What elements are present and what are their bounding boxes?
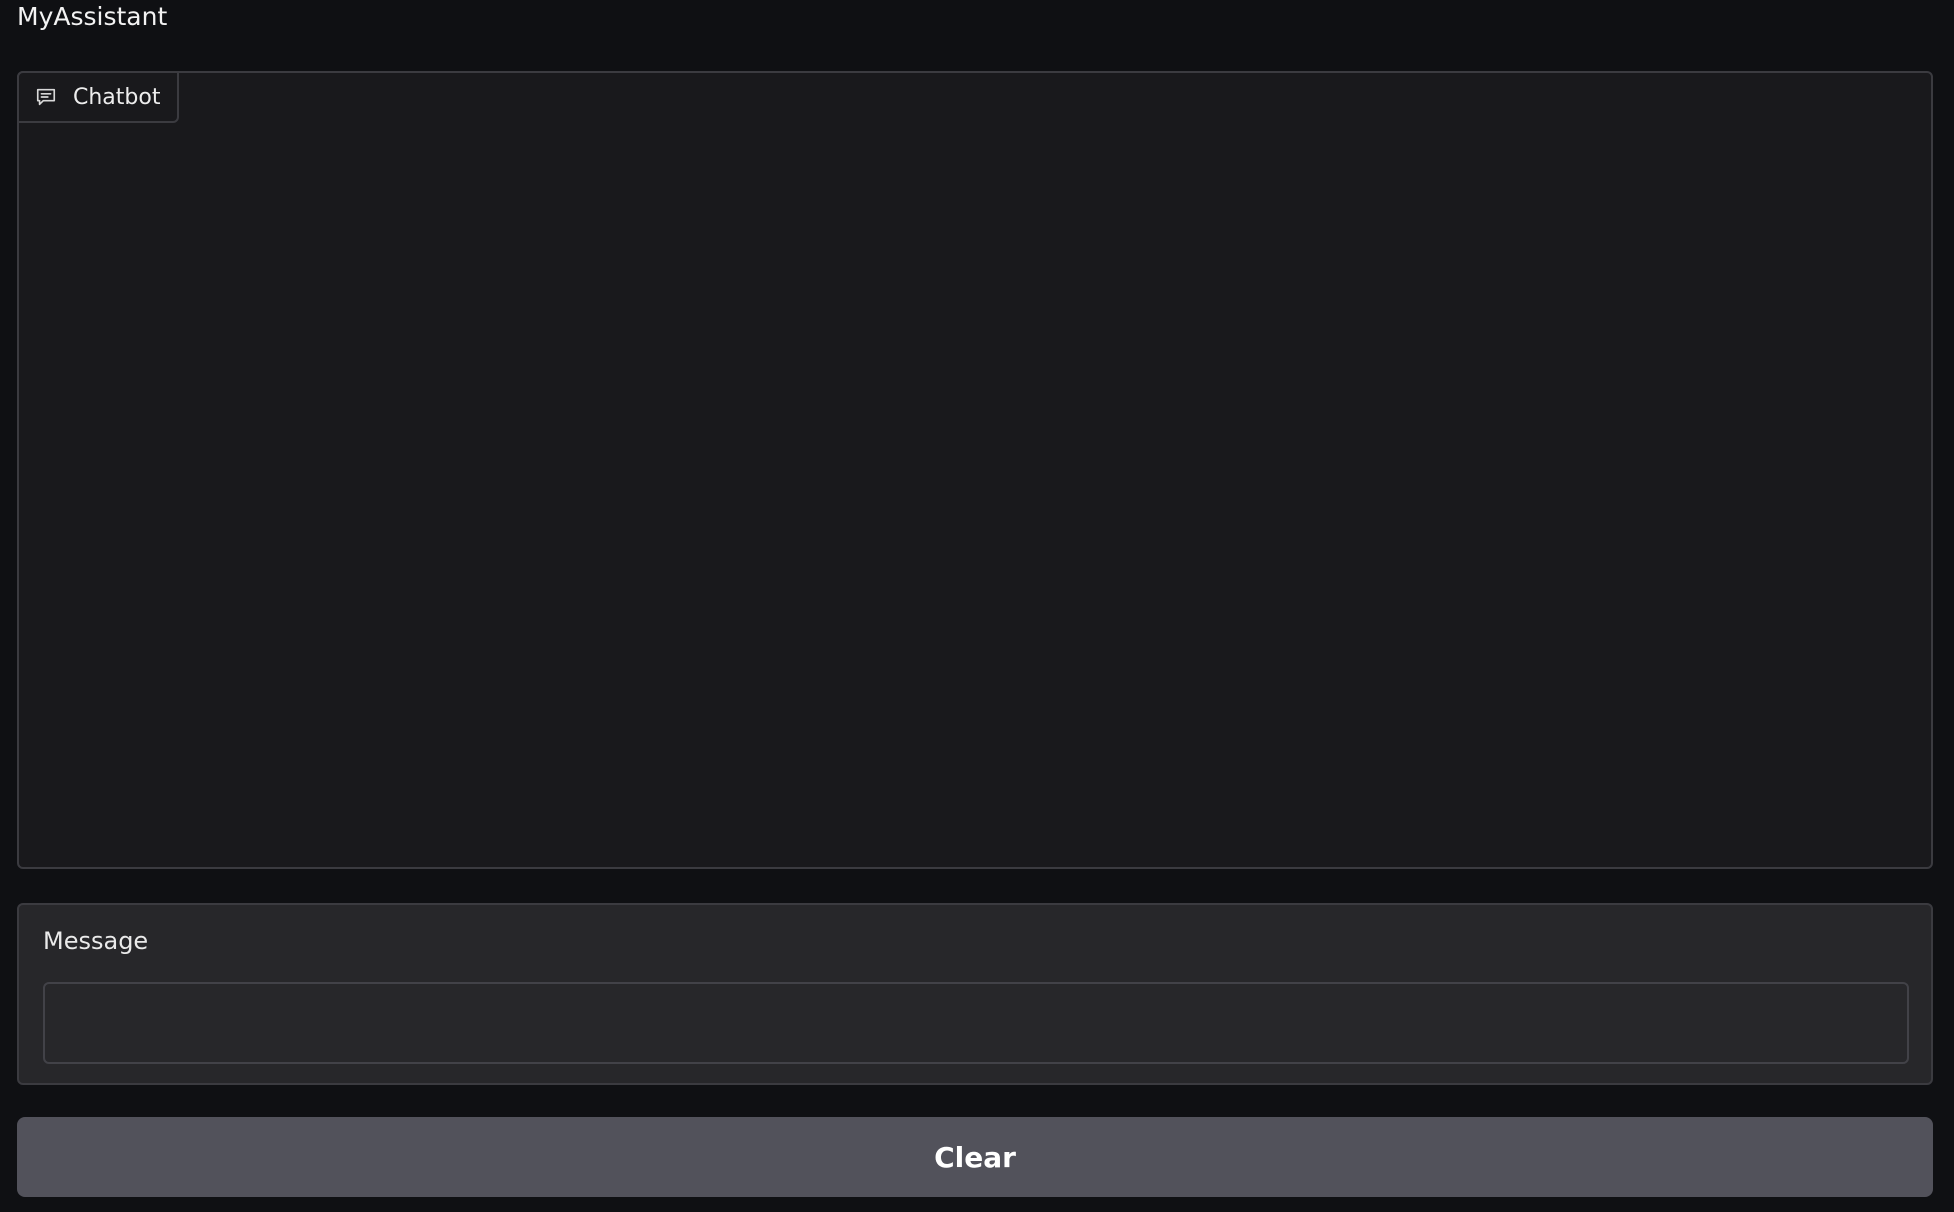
chat-message-area[interactable] bbox=[19, 123, 1931, 867]
chatbot-label-tab: Chatbot bbox=[17, 71, 180, 123]
chatbot-panel: Chatbot bbox=[17, 71, 1933, 869]
message-label: Message bbox=[43, 927, 149, 955]
message-input[interactable] bbox=[43, 982, 1909, 1064]
chat-icon bbox=[35, 86, 57, 108]
message-panel: Message bbox=[17, 903, 1933, 1085]
chatbot-label: Chatbot bbox=[73, 84, 161, 110]
app-title: MyAssistant bbox=[17, 2, 168, 31]
clear-button[interactable]: Clear bbox=[17, 1117, 1933, 1197]
app-page: MyAssistant Chatbot Message Clear bbox=[0, 0, 1954, 1212]
